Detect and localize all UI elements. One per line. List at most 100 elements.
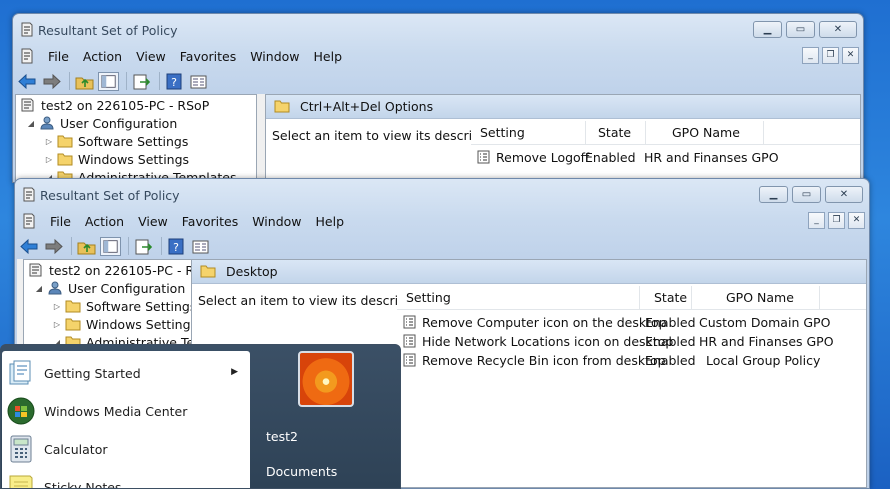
child-minimize-button[interactable]: _ <box>802 47 819 64</box>
tree-root-label: test2 on 226105-PC - RSoP <box>49 262 192 278</box>
expand-arrow-icon[interactable]: ▷ <box>52 320 62 329</box>
expand-arrow-icon[interactable]: ▷ <box>52 302 62 311</box>
minimize-button[interactable]: ▁ <box>759 186 788 203</box>
document-menu-icon[interactable] <box>21 213 37 229</box>
tree-software-settings[interactable]: ▷ Software Settings <box>44 132 188 150</box>
cell-gpo-name: HR and Finanses GPO <box>644 150 779 165</box>
maximize-button[interactable]: ▭ <box>792 186 821 203</box>
table-row[interactable]: Remove Computer icon on the desktop Enab… <box>397 313 866 332</box>
collapse-arrow-icon[interactable]: ◢ <box>26 119 36 128</box>
show-hide-tree-icon[interactable] <box>98 71 119 91</box>
help-icon[interactable]: ? <box>164 72 185 91</box>
title-bar[interactable]: Resultant Set of Policy ▁ ▭ ✕ <box>13 14 863 44</box>
export-list-icon[interactable] <box>131 72 152 91</box>
menu-favorites[interactable]: Favorites <box>175 214 245 229</box>
expand-arrow-icon[interactable]: ▷ <box>44 155 54 164</box>
back-arrow-icon[interactable] <box>19 237 40 256</box>
tree-windows-settings-label: Windows Settings <box>86 316 193 332</box>
cell-gpo-name: Local Group Policy <box>706 353 821 368</box>
calculator-icon <box>10 435 32 463</box>
cell-setting: Remove Logoff <box>496 150 590 165</box>
user-name-link[interactable]: test2 <box>266 429 298 444</box>
documents-link[interactable]: Documents <box>266 464 337 479</box>
start-menu[interactable]: Getting Started ▶ Windows Media Center C… <box>0 344 401 489</box>
forward-arrow-icon[interactable] <box>41 72 62 91</box>
console-tree[interactable]: test2 on 226105-PC - RSoP ◢ User Configu… <box>15 94 257 182</box>
tree-root[interactable]: test2 on 226105-PC - RSoP <box>20 96 209 114</box>
menu-favorites[interactable]: Favorites <box>173 49 243 64</box>
tree-user-configuration[interactable]: ◢ User Configuration <box>34 279 185 297</box>
submenu-arrow-icon[interactable]: ▶ <box>231 367 238 377</box>
rsop-app-icon <box>21 22 33 37</box>
help-icon[interactable]: ? <box>166 237 187 256</box>
title-bar[interactable]: Resultant Set of Policy ▁ ▭ ✕ <box>15 179 869 209</box>
minimize-button[interactable]: ▁ <box>753 21 782 38</box>
properties-icon[interactable] <box>188 72 209 91</box>
tree-software-settings[interactable]: ▷ Software Settings <box>52 297 192 315</box>
table-row[interactable]: Hide Network Locations icon on desktop E… <box>397 332 866 351</box>
menu-window[interactable]: Window <box>243 49 306 64</box>
menu-window[interactable]: Window <box>245 214 308 229</box>
child-restore-button[interactable]: ❐ <box>822 47 839 64</box>
tree-root-label: test2 on 226105-PC - RSoP <box>41 97 210 113</box>
program-getting-started[interactable]: Getting Started ▶ <box>2 355 250 391</box>
menu-view[interactable]: View <box>131 214 175 229</box>
maximize-button[interactable]: ▭ <box>786 21 815 38</box>
start-menu-places: test2 Documents <box>251 345 400 488</box>
user-avatar[interactable] <box>298 351 354 407</box>
back-arrow-icon[interactable] <box>17 72 38 91</box>
column-setting[interactable]: Setting <box>397 286 640 310</box>
menu-action[interactable]: Action <box>76 49 129 64</box>
tree-windows-settings[interactable]: ▷ Windows Settings <box>44 150 189 168</box>
up-folder-icon[interactable] <box>76 237 97 256</box>
column-state[interactable]: State <box>586 121 646 145</box>
child-close-button[interactable]: ✕ <box>842 47 859 64</box>
document-menu-icon[interactable] <box>19 48 35 64</box>
close-button[interactable]: ✕ <box>819 21 857 38</box>
tree-user-configuration-label: User Configuration <box>60 115 178 131</box>
program-calculator[interactable]: Calculator <box>2 431 250 467</box>
up-folder-icon[interactable] <box>74 72 95 91</box>
window-title: Resultant Set of Policy <box>38 23 178 38</box>
program-sticky-notes[interactable]: Sticky Notes <box>2 469 250 488</box>
child-close-button[interactable]: ✕ <box>848 212 865 229</box>
settings-list[interactable]: Setting State GPO Name Remove Computer i… <box>397 286 866 487</box>
menu-file[interactable]: File <box>43 214 78 229</box>
tree-windows-settings[interactable]: ▷ Windows Settings <box>52 315 193 333</box>
close-button[interactable]: ✕ <box>825 186 863 203</box>
menu-help[interactable]: Help <box>309 214 352 229</box>
menu-view[interactable]: View <box>129 49 173 64</box>
toolbar-separator <box>69 72 70 90</box>
tree-user-configuration[interactable]: ◢ User Configuration <box>26 114 177 132</box>
program-label: Calculator <box>44 441 108 457</box>
column-setting[interactable]: Setting <box>471 121 586 145</box>
toolbar-separator <box>161 237 162 255</box>
menu-action[interactable]: Action <box>78 214 131 229</box>
tree-root[interactable]: test2 on 226105-PC - RSoP <box>28 261 192 279</box>
windows-media-center-icon <box>7 397 35 425</box>
column-state[interactable]: State <box>640 286 692 310</box>
child-minimize-button[interactable]: _ <box>808 212 825 229</box>
rsop-window-back[interactable]: Resultant Set of Policy ▁ ▭ ✕ File Actio… <box>12 13 864 183</box>
table-row[interactable]: Remove Logoff Enabled HR and Finanses GP… <box>471 148 860 167</box>
menu-file[interactable]: File <box>41 49 76 64</box>
export-list-icon[interactable] <box>133 237 154 256</box>
expand-arrow-icon[interactable]: ▷ <box>44 137 54 146</box>
toolbar-separator <box>128 237 129 255</box>
program-windows-media-center[interactable]: Windows Media Center <box>2 393 250 429</box>
child-restore-button[interactable]: ❐ <box>828 212 845 229</box>
start-menu-programs: Getting Started ▶ Windows Media Center C… <box>2 351 250 488</box>
collapse-arrow-icon[interactable]: ◢ <box>34 284 44 293</box>
program-label: Windows Media Center <box>44 403 188 419</box>
properties-icon[interactable] <box>190 237 211 256</box>
list-header: Setting State GPO Name <box>471 121 860 145</box>
column-gpo-name[interactable]: GPO Name <box>646 121 764 145</box>
rsop-node-icon <box>21 98 34 112</box>
settings-list[interactable]: Setting State GPO Name Remove Logoff Ena… <box>471 121 860 181</box>
menu-help[interactable]: Help <box>307 49 350 64</box>
show-hide-tree-icon[interactable] <box>100 236 121 256</box>
table-row[interactable]: Remove Recycle Bin icon from desktop Ena… <box>397 351 866 370</box>
column-gpo-name[interactable]: GPO Name <box>692 286 820 310</box>
cell-state: Enabled <box>585 150 636 165</box>
forward-arrow-icon[interactable] <box>43 237 64 256</box>
